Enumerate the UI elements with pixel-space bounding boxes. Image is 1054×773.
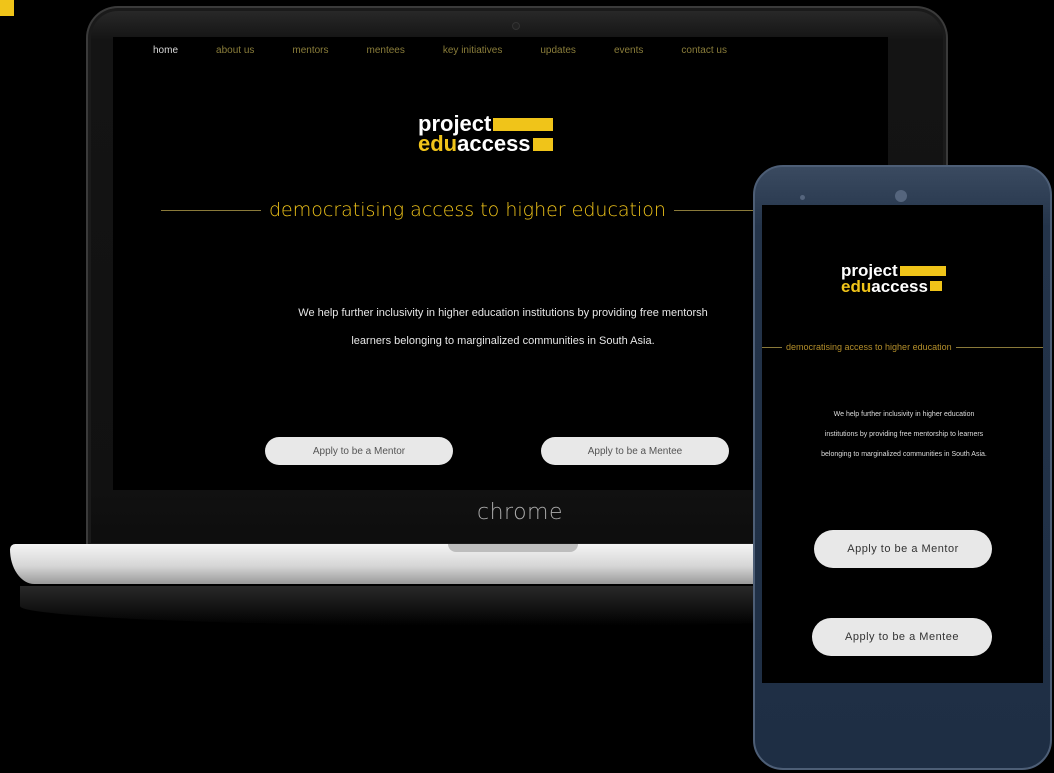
phone-screen: project edu access democratising access t… (762, 205, 1043, 683)
top-navigation: home about us mentors mentees key initia… (153, 45, 765, 56)
mobile-tagline-divider-left (762, 346, 782, 348)
laptop-camera (512, 22, 520, 30)
phone-camera (895, 190, 907, 202)
intro-description: We help further inclusivity in higher ed… (203, 299, 803, 355)
corner-marker (0, 0, 14, 16)
mobile-intro-line-1: We help further inclusivity in higher ed… (833, 411, 975, 418)
nav-home[interactable]: home (153, 45, 178, 56)
site-logo[interactable]: project edu access (418, 112, 554, 157)
mobile-apply-mentee-button[interactable]: Apply to be a Mentee (812, 618, 992, 656)
mobile-logo-word-edu: edu (841, 276, 872, 296)
intro-line-2: learners belonging to marginalized commu… (351, 335, 655, 347)
nav-key-initiatives[interactable]: key initiatives (443, 45, 502, 56)
logo-word-access: access (457, 131, 531, 157)
mobile-tagline-text: democratising access to higher education (786, 342, 952, 352)
laptop-hinge-notch (448, 544, 578, 552)
nav-events[interactable]: events (614, 45, 643, 56)
mobile-intro-line-3: belonging to marginalized communities in… (821, 451, 987, 458)
apply-mentee-button[interactable]: Apply to be a Mentee (541, 437, 729, 465)
mobile-intro-description: We help further inclusivity in higher ed… (768, 405, 1040, 465)
nav-contact-us[interactable]: contact us (681, 45, 727, 56)
tagline-divider-left (161, 209, 261, 211)
logo-word-edu: edu (418, 131, 458, 157)
mobile-apply-mentor-button[interactable]: Apply to be a Mentor (814, 530, 992, 568)
intro-line-1: We help further inclusivity in higher ed… (298, 307, 708, 319)
nav-about-us[interactable]: about us (216, 45, 254, 56)
nav-updates[interactable]: updates (540, 45, 576, 56)
mobile-logo-word-access: access (871, 276, 928, 296)
nav-mentors[interactable]: mentors (292, 45, 328, 56)
apply-mentor-button[interactable]: Apply to be a Mentor (265, 437, 453, 465)
logo-bar-small (532, 137, 553, 151)
mobile-site-logo[interactable]: project edu access (841, 262, 946, 296)
mobile-tagline: democratising access to higher education (762, 342, 1043, 352)
nav-mentees[interactable]: mentees (367, 45, 405, 56)
mobile-logo-bar (899, 265, 946, 276)
mobile-tagline-divider-right (955, 346, 1043, 348)
tagline-text: democratising access to higher education (269, 199, 666, 221)
logo-bar (493, 117, 554, 131)
mobile-intro-line-2: institutions by providing free mentorshi… (824, 431, 984, 438)
phone-sensor (800, 195, 805, 200)
mobile-logo-bar-small (929, 281, 942, 292)
